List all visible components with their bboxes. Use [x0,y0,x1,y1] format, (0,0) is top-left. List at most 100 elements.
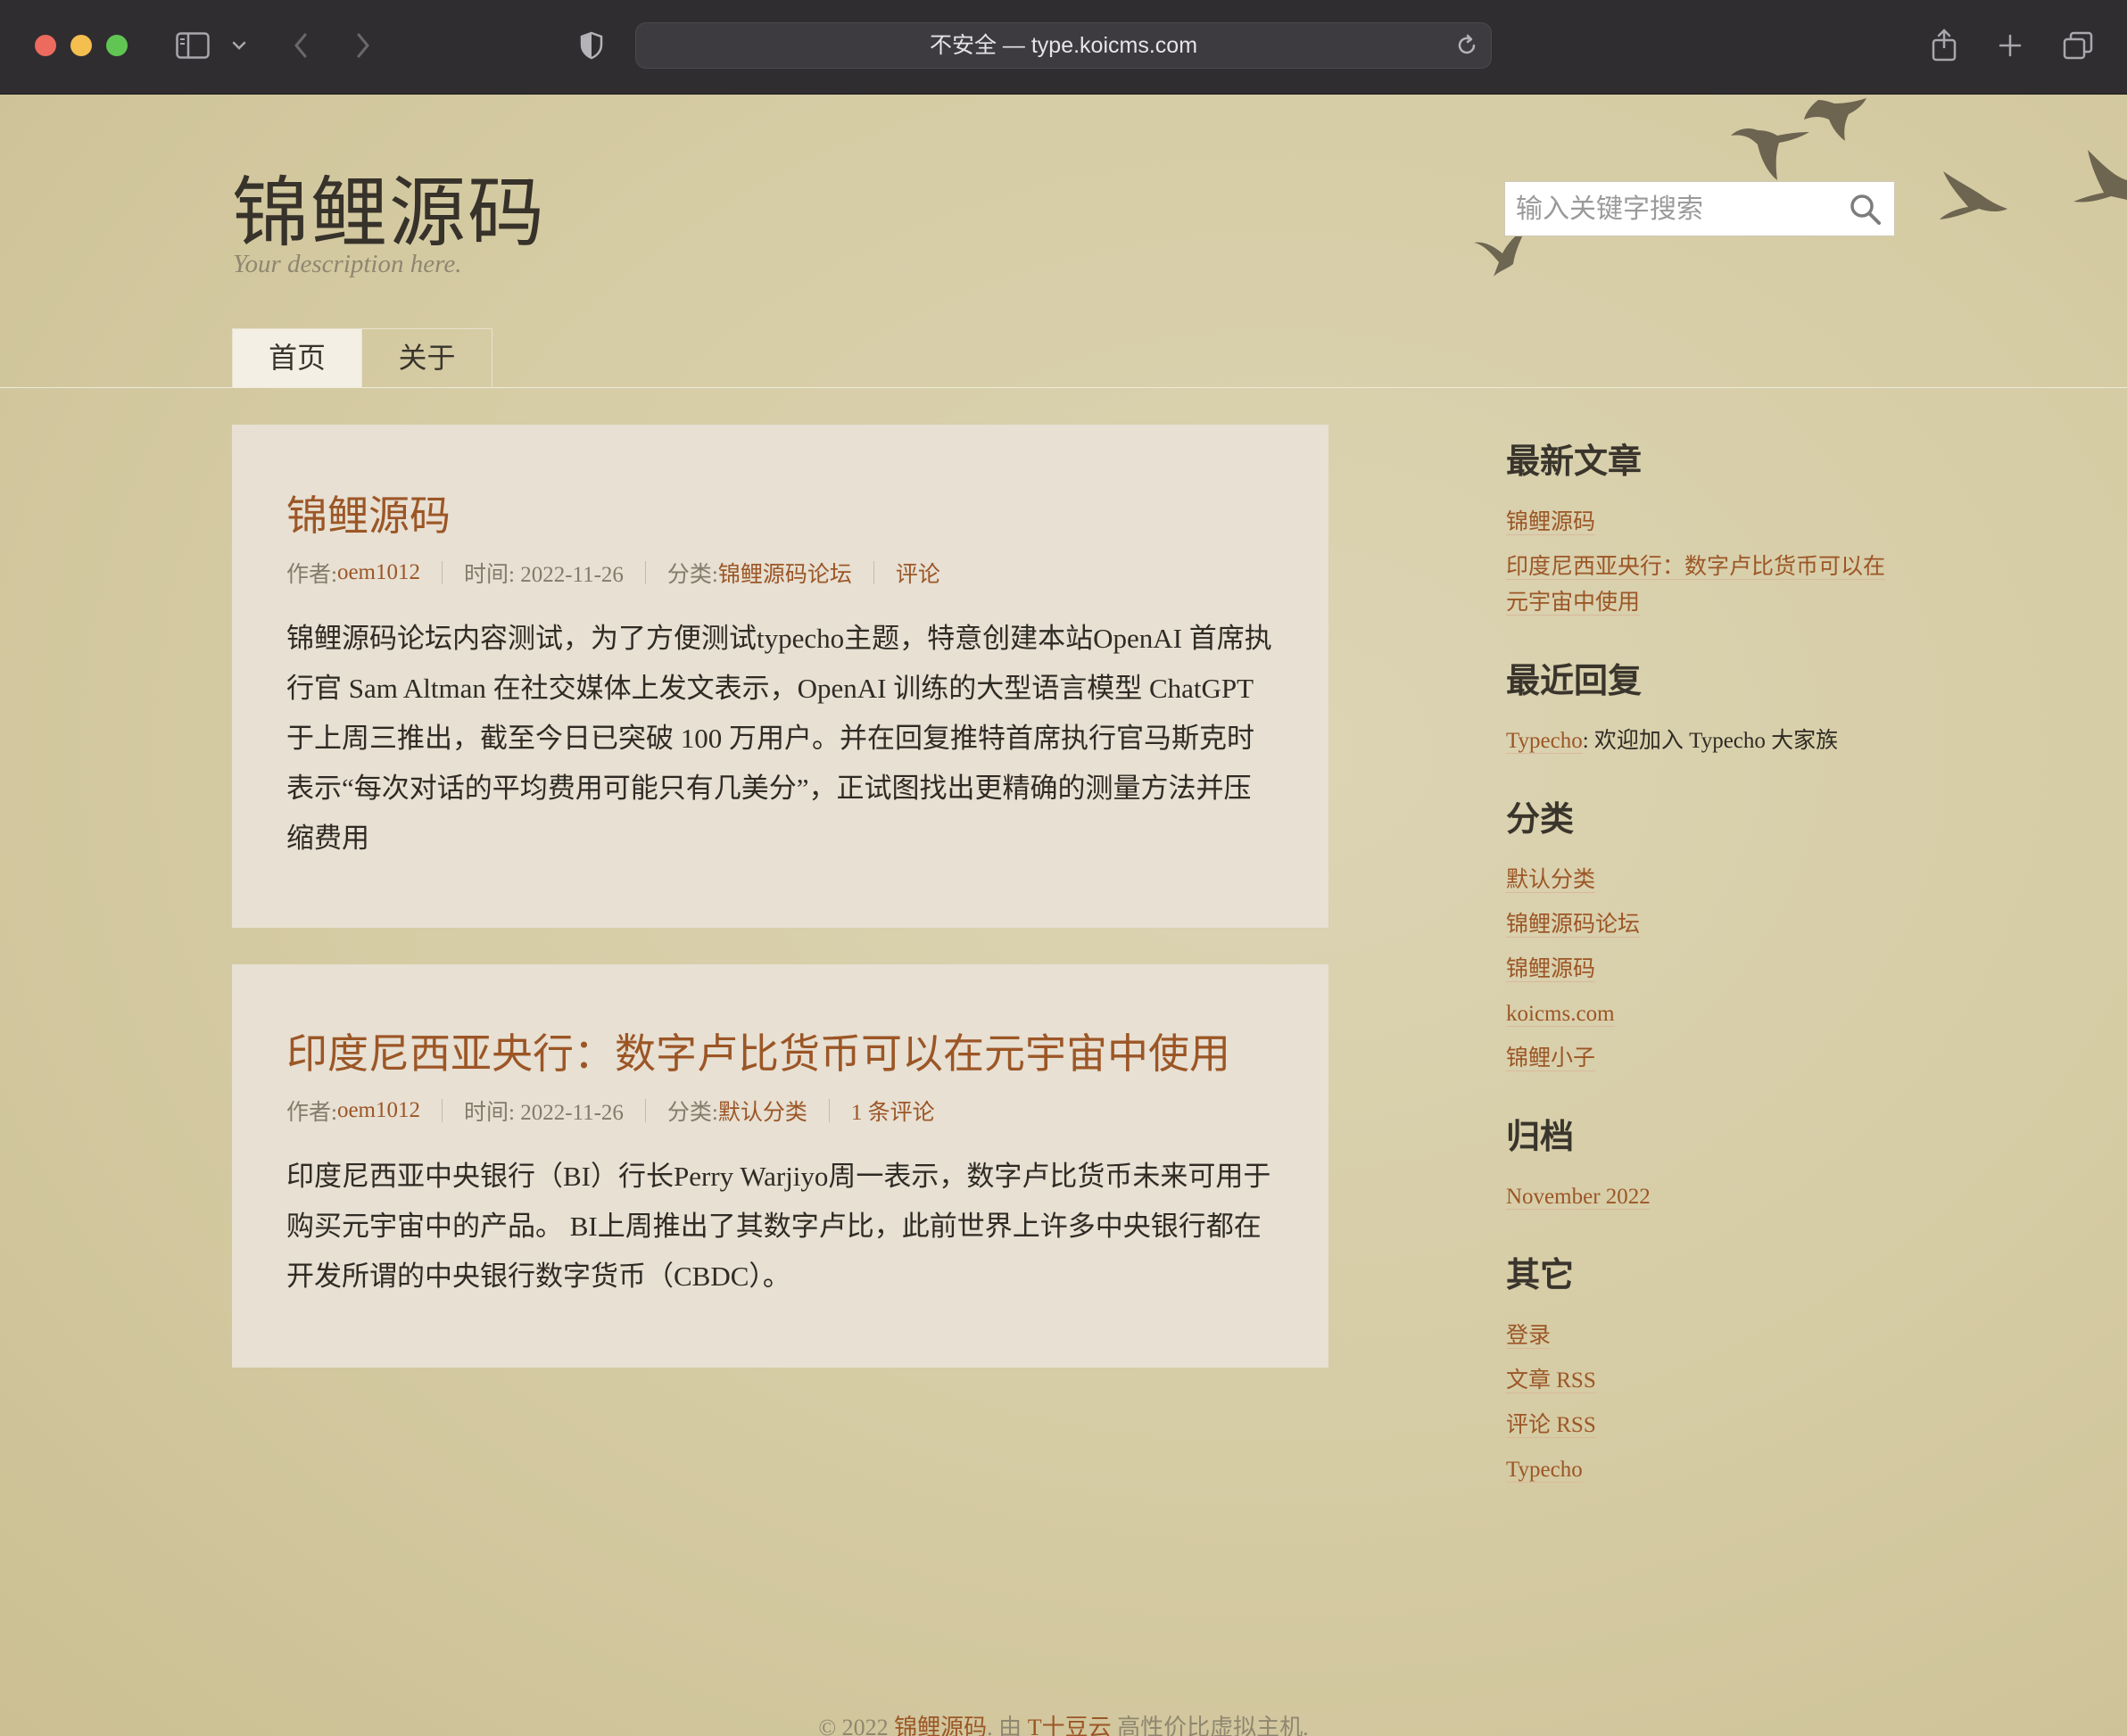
sidebar-toggle-icon[interactable] [173,23,212,68]
privacy-shield-icon[interactable] [578,23,605,68]
typecho-link[interactable]: Typecho [1506,1457,1583,1483]
main-nav: 首页 关于 [232,328,492,387]
widget-heading: 归档 [1506,1118,1575,1156]
category-label: 分类: [666,1101,718,1126]
category-link[interactable]: 锦鲤源码论坛 [718,557,852,589]
widget-heading: 其它 [1506,1257,1575,1295]
category-link[interactable]: 锦鲤源码 [1506,956,1596,982]
list-item: 锦鲤源码 [1506,505,1899,541]
author-label: 作者: [286,1101,337,1126]
minimize-window-button[interactable] [70,35,92,56]
recent-comments-list: Typecho: 欢迎加入 Typecho 大家族 [1506,723,1899,759]
comment-excerpt: : 欢迎加入 Typecho 大家族 [1582,729,1839,754]
list-item: November 2022 [1506,1179,1899,1215]
footer-copyright: © 2022 [818,1715,889,1736]
widget-heading: 分类 [1506,801,1575,839]
comments-link[interactable]: 1 条评论 [851,1095,935,1127]
sidebar: 最新文章 锦鲤源码 印度尼西亚央行：数字卢比货币可以在元宇宙中使用 最近回复 T… [1506,442,1899,1529]
archives-widget: 归档 November 2022 [1506,1118,1899,1216]
nav-divider [0,387,2127,388]
url-text: 不安全 — type.koicms.com [929,33,1198,58]
list-item: 文章 RSS [1506,1363,1899,1399]
other-links-list: 登录 文章 RSS 评论 RSS Typecho [1506,1319,1899,1488]
list-item: Typecho [1506,1452,1899,1488]
back-arrow-icon[interactable] [287,23,314,68]
meta-divider [442,561,443,585]
post-excerpt: 印度尼西亚中央银行（BI）行长Perry Warjiyo周一表示，数字卢比货币未… [286,1161,1271,1293]
meta-divider [442,1099,443,1123]
author-label: 作者: [286,563,337,588]
recent-posts-list: 锦鲤源码 印度尼西亚央行：数字卢比货币可以在元宇宙中使用 [1506,505,1899,621]
categories-list: 默认分类 锦鲤源码论坛 锦鲤源码 koicms.com 锦鲤小子 [1506,863,1899,1077]
comment-author-link[interactable]: Typecho [1506,729,1583,755]
recent-post-link[interactable]: 印度尼西亚央行：数字卢比货币可以在元宇宙中使用 [1506,554,1886,616]
post-card: 锦鲤源码 作者: oem1012 时间: 2022-11-26 分类: 锦鲤源码… [232,425,1328,928]
list-item: 印度尼西亚央行：数字卢比货币可以在元宇宙中使用 [1506,550,1899,621]
site-description: Your description here. [233,250,462,278]
nav-tab-home[interactable]: 首页 [232,328,362,387]
browser-window: 不安全 — type.koicms.com 锦鲤源码 Your descript… [0,0,2127,1736]
meta-divider [873,561,874,585]
chevron-down-icon[interactable] [230,23,248,68]
archives-list: November 2022 [1506,1179,1899,1215]
list-item: 评论 RSS [1506,1408,1899,1443]
post-card: 印度尼西亚央行：数字卢比货币可以在元宇宙中使用 作者: oem1012 时间: … [232,964,1328,1368]
category-link[interactable]: 默认分类 [1506,867,1596,893]
post-meta: 作者: oem1012 时间: 2022-11-26 分类: 锦鲤源码论坛 评论 [286,557,1274,589]
list-item: 锦鲤源码 [1506,952,1899,988]
footer-host-link[interactable]: T十豆云 [1028,1715,1112,1736]
category-link[interactable]: 锦鲤小子 [1506,1046,1596,1071]
author-link[interactable]: oem1012 [337,560,420,585]
footer-site-link[interactable]: 锦鲤源码 [894,1715,987,1736]
meta-divider [828,1099,830,1123]
list-item: 锦鲤源码论坛 [1506,907,1899,943]
comments-rss-link[interactable]: 评论 RSS [1506,1412,1596,1438]
recent-posts-widget: 最新文章 锦鲤源码 印度尼西亚央行：数字卢比货币可以在元宇宙中使用 [1506,442,1899,621]
recent-post-link[interactable]: 锦鲤源码 [1506,509,1596,535]
category-link[interactable]: koicms.com [1506,1001,1615,1027]
list-item: koicms.com [1506,996,1899,1032]
close-window-button[interactable] [35,35,56,56]
nav-tab-about[interactable]: 关于 [362,328,492,387]
search-icon[interactable] [1848,192,1883,227]
share-icon[interactable] [1929,23,1959,68]
list-item: Typecho: 欢迎加入 Typecho 大家族 [1506,723,1899,759]
post-title-link[interactable]: 印度尼西亚央行：数字卢比货币可以在元宇宙中使用 [286,1029,1274,1079]
forward-arrow-icon[interactable] [350,23,377,68]
page-footer: © 2022 锦鲤源码. 由 T十豆云 高性价比虚拟主机. [0,1709,2127,1736]
category-link[interactable]: 默认分类 [718,1095,807,1127]
search-box [1504,181,1895,236]
post-date: 时间: 2022-11-26 [464,1101,624,1126]
posts-rss-link[interactable]: 文章 RSS [1506,1368,1596,1393]
other-widget: 其它 登录 文章 RSS 评论 RSS Typecho [1506,1256,1899,1488]
list-item: 默认分类 [1506,863,1899,898]
author-link[interactable]: oem1012 [337,1098,420,1123]
list-item: 锦鲤小子 [1506,1041,1899,1077]
meta-divider [644,1099,646,1123]
post-title-link[interactable]: 锦鲤源码 [286,492,1274,541]
category-label: 分类: [666,563,718,588]
post-meta: 作者: oem1012 时间: 2022-11-26 分类: 默认分类 1 条评… [286,1095,1274,1127]
comments-link[interactable]: 评论 [896,557,940,589]
post-excerpt: 锦鲤源码论坛内容测试，为了方便测试typecho主题，特意创建本站OpenAI … [286,623,1272,855]
category-link[interactable]: 锦鲤源码论坛 [1506,912,1641,938]
reload-icon[interactable] [1455,34,1478,62]
new-tab-plus-icon[interactable] [1995,23,2025,68]
post-date: 时间: 2022-11-26 [464,563,624,588]
tab-overview-icon[interactable] [2061,23,2095,68]
archive-link[interactable]: November 2022 [1506,1185,1651,1211]
categories-widget: 分类 默认分类 锦鲤源码论坛 锦鲤源码 koicms.com 锦鲤小子 [1506,800,1899,1077]
footer-host-text: 高性价比虚拟主机. [1117,1715,1309,1736]
zoom-window-button[interactable] [106,35,128,56]
widget-heading: 最近回复 [1506,662,1643,700]
widget-heading: 最新文章 [1506,443,1643,481]
meta-divider [644,561,646,585]
list-item: 登录 [1506,1319,1899,1354]
web-page: 锦鲤源码 Your description here. 首页 关于 锦鲤源码 作… [0,95,2127,1736]
address-bar[interactable]: 不安全 — type.koicms.com [635,22,1492,69]
login-link[interactable]: 登录 [1506,1323,1552,1349]
browser-toolbar: 不安全 — type.koicms.com [0,0,2127,95]
recent-comments-widget: 最近回复 Typecho: 欢迎加入 Typecho 大家族 [1506,662,1899,760]
search-input[interactable] [1514,189,1839,230]
site-title[interactable]: 锦鲤源码 [232,150,546,261]
